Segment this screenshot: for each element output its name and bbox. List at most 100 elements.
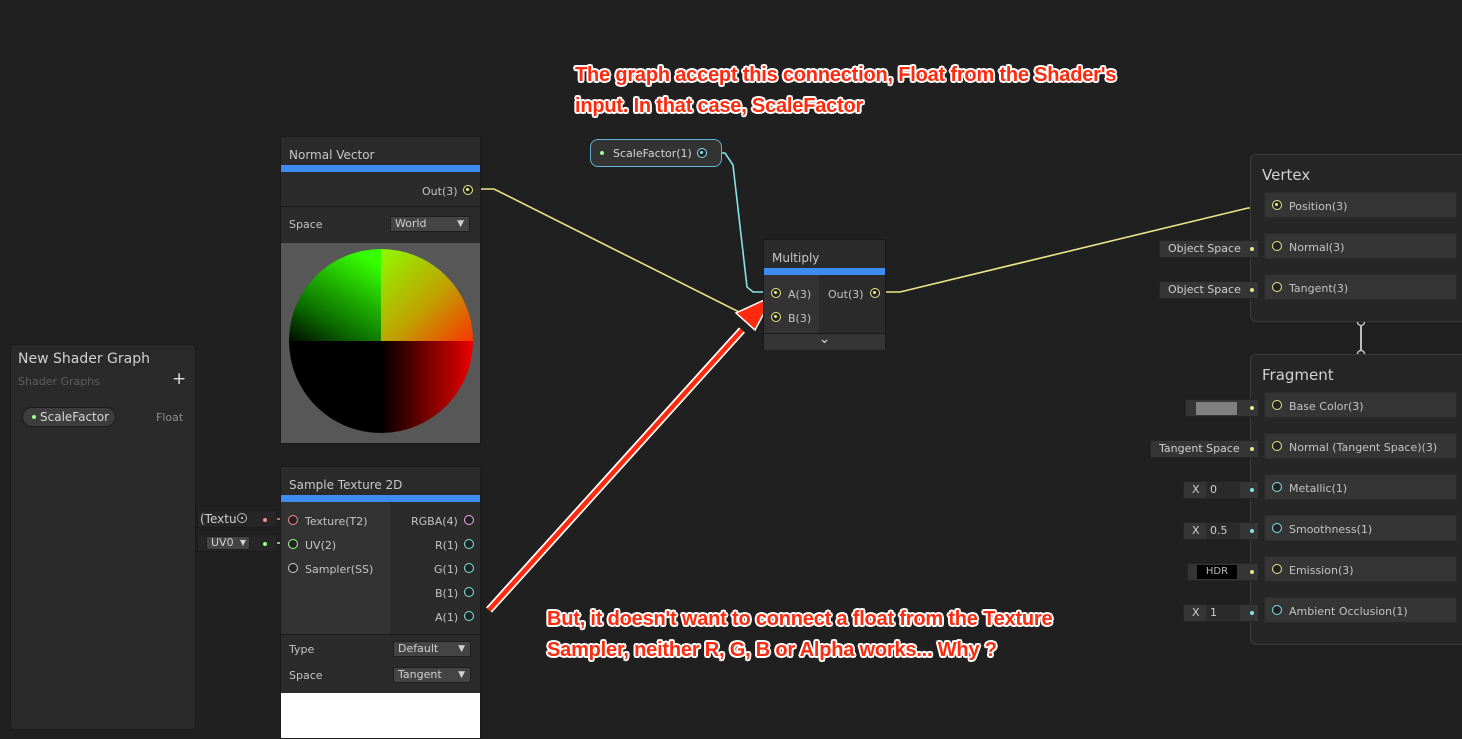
base-color-slot[interactable]: Base Color(3) — [1264, 392, 1457, 418]
scalefactor-property-node[interactable]: ScaleFactor(1) — [590, 139, 722, 167]
normal-label: Normal(3) — [1289, 241, 1345, 254]
a-port[interactable] — [464, 611, 474, 621]
normal-vector-node[interactable]: Normal Vector Out(3) Space World ▼ — [280, 136, 481, 444]
preview-area — [281, 243, 480, 443]
smoothness-field[interactable]: X 0.5 — [1183, 522, 1259, 540]
sampler-port[interactable] — [288, 563, 298, 573]
connector-dot — [1250, 247, 1254, 251]
chevron-down-icon: ▼ — [457, 219, 464, 229]
out-port[interactable] — [697, 148, 707, 158]
property-type: Float — [156, 411, 184, 424]
hdr-color-swatch[interactable]: HDR — [1197, 565, 1237, 579]
rgba-label: RGBA(4) — [411, 515, 458, 528]
normal-port[interactable] — [1272, 241, 1282, 251]
base-color-label: Base Color(3) — [1289, 400, 1364, 413]
normal-tangent-port[interactable] — [1272, 441, 1282, 451]
sample-texture-2d-node[interactable]: Sample Texture 2D Texture(T2) UV(2) Samp… — [280, 466, 481, 739]
field-value: Object Space — [1168, 242, 1241, 255]
smoothness-value[interactable]: 0.5 — [1206, 523, 1240, 539]
normal-space-field[interactable]: Tangent Space — [1150, 440, 1259, 458]
property-pill[interactable]: ScaleFactor — [22, 407, 116, 427]
base-color-port[interactable] — [1272, 400, 1282, 410]
b-port[interactable] — [464, 587, 474, 597]
property-name: ScaleFactor — [40, 410, 110, 424]
metallic-field[interactable]: X 0 — [1183, 481, 1259, 499]
uv-port[interactable] — [288, 539, 298, 549]
annotation-top: The graph accept this connection, Float … — [575, 60, 1116, 122]
blackboard-subtitle: Shader Graphs — [18, 375, 100, 388]
b-port[interactable] — [771, 312, 781, 322]
emission-port[interactable] — [1272, 564, 1282, 574]
r-label: R(1) — [435, 539, 459, 552]
normal-space-field[interactable]: Object Space — [1159, 240, 1259, 258]
g-port[interactable] — [464, 563, 474, 573]
divider — [281, 634, 480, 635]
uv-value: UV0 — [211, 536, 234, 549]
normal-tangent-slot[interactable]: Normal (Tangent Space)(3) — [1264, 433, 1457, 459]
type-dropdown[interactable]: Default ▼ — [393, 641, 471, 657]
rgba-port[interactable] — [464, 515, 474, 525]
uv-default-input[interactable]: UV0 ▼ — [197, 534, 277, 552]
base-color-field[interactable] — [1185, 399, 1259, 417]
out-port[interactable] — [463, 185, 473, 195]
out-port[interactable] — [870, 288, 880, 298]
chevron-down-icon: ⌄ — [818, 331, 831, 347]
space-dropdown[interactable]: World ▼ — [390, 216, 470, 232]
object-picker-icon[interactable] — [237, 513, 247, 523]
out-label: Out(3) — [422, 185, 458, 198]
texture-port[interactable] — [288, 515, 298, 525]
emission-field[interactable]: HDR — [1187, 563, 1259, 581]
metallic-slot[interactable]: Metallic(1) — [1264, 474, 1457, 500]
connector-dot — [1250, 488, 1254, 492]
type-label: Type — [289, 643, 315, 656]
normal-tangent-label: Normal (Tangent Space)(3) — [1289, 441, 1438, 454]
annotation-top-line2: input. In that case, ScaleFactor — [575, 95, 864, 117]
b-label: B(1) — [435, 587, 459, 600]
float-type-dot — [32, 415, 36, 419]
metallic-port[interactable] — [1272, 482, 1282, 492]
connector-dot — [1250, 611, 1254, 615]
x-label: X — [1192, 524, 1200, 537]
expand-button[interactable]: ⌄ — [764, 331, 885, 350]
metallic-value[interactable]: 0 — [1206, 482, 1240, 498]
float-type-dot — [600, 151, 604, 155]
normal-preview-sphere — [289, 249, 473, 433]
space-label: Space — [289, 218, 323, 231]
a-label: A(1) — [435, 611, 459, 624]
r-port[interactable] — [464, 539, 474, 549]
smoothness-port[interactable] — [1272, 523, 1282, 533]
chevron-down-icon: ▼ — [458, 644, 465, 654]
space-dropdown[interactable]: Tangent ▼ — [393, 667, 471, 683]
vertex-tangent-slot[interactable]: Tangent(3) — [1264, 274, 1457, 300]
texture-field-value: (Textu — [200, 512, 237, 526]
a-port[interactable] — [771, 288, 781, 298]
texture-default-input[interactable]: (Textu — [197, 510, 277, 528]
field-value: Object Space — [1168, 283, 1241, 296]
multiply-node[interactable]: Multiply A(3) B(3) Out(3) ⌄ — [763, 239, 886, 350]
position-port[interactable] — [1272, 200, 1282, 210]
smoothness-slot[interactable]: Smoothness(1) — [1264, 515, 1457, 541]
annotation-bottom-line1: But, it doesn't want to connect a float … — [547, 608, 1053, 630]
chevron-down-icon: ▼ — [239, 538, 246, 547]
tangent-label: Tangent(3) — [1289, 282, 1349, 295]
emission-slot[interactable]: Emission(3) — [1264, 556, 1457, 582]
ambient-occlusion-value[interactable]: 1 — [1206, 605, 1240, 621]
wire-scalefactor-to-multiply — [710, 152, 766, 293]
connector-dot — [1250, 288, 1254, 292]
add-property-button[interactable]: + — [172, 369, 186, 389]
uv-dropdown[interactable]: UV0 ▼ — [206, 536, 250, 550]
ambient-occlusion-slot[interactable]: Ambient Occlusion(1) — [1264, 597, 1457, 623]
uv-label: UV(2) — [305, 539, 337, 552]
vertex-position-slot[interactable]: Position(3) — [1264, 192, 1457, 218]
wire-normal-to-multiply — [473, 188, 767, 317]
ambient-occlusion-field[interactable]: X 1 — [1183, 604, 1259, 622]
vertex-normal-slot[interactable]: Normal(3) — [1264, 233, 1457, 259]
color-swatch[interactable] — [1196, 402, 1237, 415]
metallic-label: Metallic(1) — [1289, 482, 1348, 495]
b-label: B(3) — [788, 312, 812, 325]
smoothness-label: Smoothness(1) — [1289, 523, 1373, 536]
tangent-space-field[interactable]: Object Space — [1159, 281, 1259, 299]
ambient-occlusion-port[interactable] — [1272, 605, 1282, 615]
g-label: G(1) — [434, 563, 459, 576]
tangent-port[interactable] — [1272, 282, 1282, 292]
